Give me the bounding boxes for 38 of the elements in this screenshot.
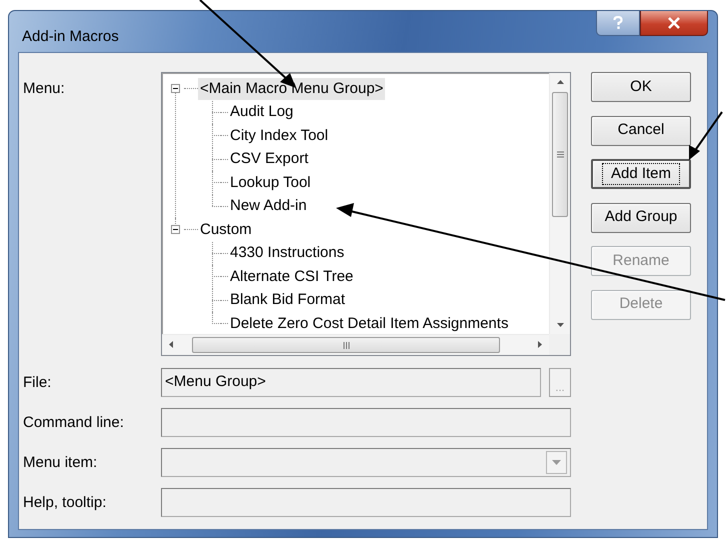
scrollbar-corner <box>549 334 570 355</box>
up-arrow-icon[interactable] <box>556 80 564 84</box>
tree-item[interactable]: Audit Log <box>228 101 296 124</box>
left-arrow-icon[interactable] <box>169 340 173 348</box>
grip-icon <box>342 342 350 348</box>
field-label: File: <box>23 373 52 394</box>
grip-icon <box>556 151 564 158</box>
horizontal-scrollbar[interactable] <box>162 334 549 355</box>
scroll-thumb[interactable] <box>192 337 500 353</box>
scroll-thumb[interactable] <box>552 92 568 217</box>
field-label: Help, tooltip: <box>23 493 108 514</box>
menu-label: Menu: <box>23 79 65 99</box>
close-icon <box>667 17 681 29</box>
right-arrow-icon[interactable] <box>538 340 542 348</box>
annotation-arrow <box>689 111 723 160</box>
tree-item[interactable]: Delete Zero Cost Detail Item Assignments <box>228 312 510 334</box>
tree-item[interactable]: CSV Export <box>228 148 310 170</box>
dialog-button[interactable]: Add Group <box>591 202 691 232</box>
tree-item[interactable]: Custom <box>198 218 254 241</box>
vertical-scrollbar[interactable] <box>549 73 570 334</box>
field-label: Command line: <box>23 413 125 434</box>
collapse-icon[interactable] <box>170 84 180 94</box>
tree-item[interactable]: City Index Tool <box>228 124 330 147</box>
collapse-icon[interactable] <box>170 225 180 234</box>
tree-item[interactable]: Lookup Tool <box>228 172 313 194</box>
help-button[interactable] <box>596 11 640 36</box>
tree-item[interactable]: Blank Bid Format <box>228 289 348 312</box>
field-label: Menu item: <box>23 453 98 474</box>
dialog-button[interactable]: OK <box>591 72 691 102</box>
window-title: Add-in Macros <box>22 27 119 47</box>
tree-item[interactable]: 4330 Instructions <box>228 242 346 264</box>
dialog-button[interactable]: Cancel <box>591 116 691 146</box>
help-icon <box>613 16 623 30</box>
tree-item[interactable]: Alternate CSI Tree <box>228 266 356 288</box>
down-arrow-icon[interactable] <box>556 323 564 327</box>
tree-item[interactable]: New Add-in <box>228 195 309 218</box>
dialog-button[interactable]: Add Item <box>591 159 691 189</box>
close-button[interactable] <box>640 11 708 36</box>
